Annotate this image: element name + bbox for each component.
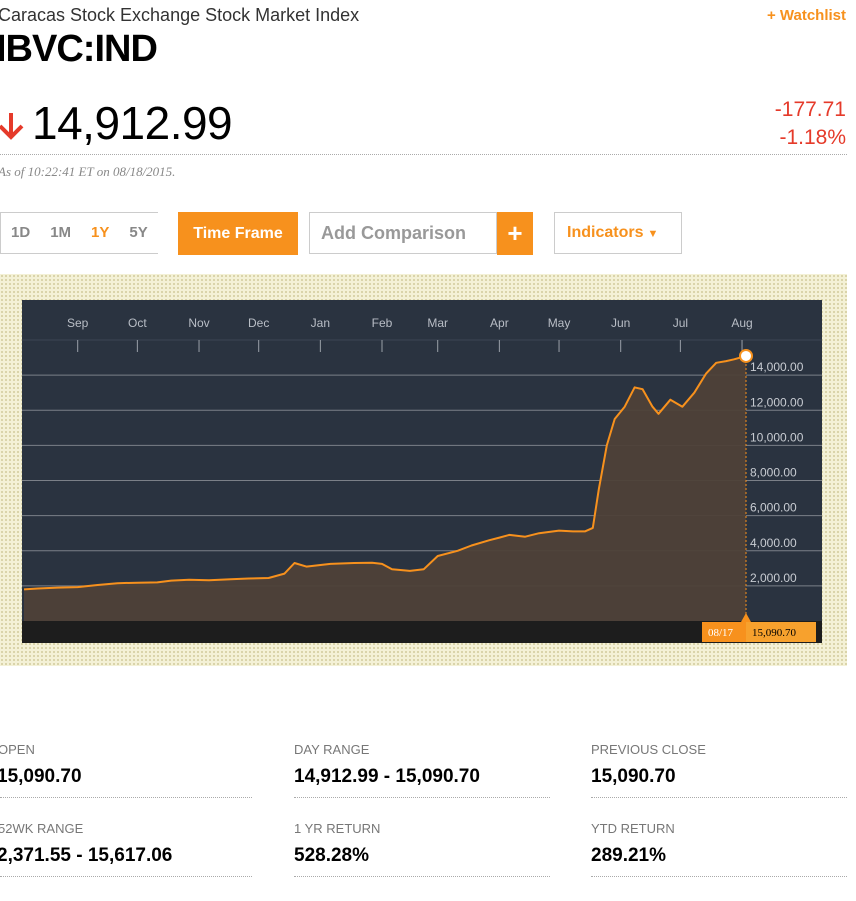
x-tick-label: Feb: [372, 316, 393, 330]
y-tick-label: 8,000.00: [750, 466, 797, 480]
index-name: Caracas Stock Exchange Stock Market Inde…: [0, 5, 360, 25]
caret-down-icon: ▼: [647, 228, 659, 240]
x-tick-label: Sep: [67, 316, 89, 330]
stat-divider: [294, 876, 550, 877]
price-change-absolute: -177.71: [774, 98, 846, 121]
stat-52wk-range-value: 2,371.55 - 15,617.06: [0, 845, 173, 866]
price-change-percent: -1.18%: [779, 126, 846, 149]
indicators-label: Indicators: [567, 224, 644, 241]
stat-divider: [0, 797, 252, 798]
period-tab-1m[interactable]: 1M: [40, 213, 81, 253]
x-tick-label: Jun: [611, 316, 630, 330]
y-tick-label: 10,000.00: [750, 430, 804, 444]
current-price: 14,912.99: [32, 97, 233, 149]
stat-previous-close-label: PREVIOUS CLOSE: [591, 742, 706, 757]
add-comparison-button[interactable]: +: [497, 212, 533, 255]
x-tick-label: Aug: [731, 316, 752, 330]
x-tick-label: May: [548, 316, 571, 330]
x-tick-label: Nov: [188, 316, 209, 330]
indicators-dropdown[interactable]: Indicators ▼: [554, 212, 682, 254]
price-chart[interactable]: Sep Oct Nov Dec Jan Feb Mar Apr May Jun Jul Aug 2,0…: [22, 300, 822, 643]
stat-open-label: OPEN: [0, 742, 35, 757]
stat-divider: [294, 797, 550, 798]
period-tab-1y[interactable]: 1Y: [81, 213, 119, 253]
time-frame-button[interactable]: Time Frame: [178, 212, 298, 255]
ticker-symbol: IBVC:IND: [0, 28, 158, 70]
y-tick-label: 6,000.00: [750, 501, 797, 515]
x-tick-label: Dec: [248, 316, 269, 330]
quote-timestamp: As of 10:22:41 ET on 08/18/2015.: [0, 164, 176, 179]
stat-open-value: 15,090.70: [0, 766, 82, 787]
stat-1yr-return-label: 1 YR RETURN: [294, 821, 381, 836]
y-tick-label: 14,000.00: [750, 360, 804, 374]
stat-divider: [591, 797, 847, 798]
y-tick-label: 12,000.00: [750, 395, 804, 409]
x-tick-label: Jan: [311, 316, 330, 330]
price-divider: [0, 154, 847, 155]
y-tick-label: 4,000.00: [750, 536, 797, 550]
stat-day-range-label: DAY RANGE: [294, 742, 370, 757]
period-tab-1d[interactable]: 1D: [1, 213, 40, 253]
period-tabs: 1D 1M 1Y 5Y: [0, 212, 158, 254]
x-tick-label: Jul: [673, 316, 688, 330]
stat-ytd-return-label: YTD RETURN: [591, 821, 675, 836]
stat-1yr-return-value: 528.28%: [294, 845, 370, 866]
stat-day-range-value: 14,912.99 - 15,090.70: [294, 766, 480, 787]
stat-ytd-return-value: 289.21%: [591, 845, 667, 866]
stat-52wk-range-label: 52WK RANGE: [0, 821, 84, 836]
y-tick-label: 2,000.00: [750, 571, 797, 585]
last-point-value: 15,090.70: [752, 627, 797, 639]
stat-divider: [0, 876, 252, 877]
last-point-date: 08/17: [708, 627, 734, 639]
x-tick-label: Mar: [427, 316, 448, 330]
x-tick-label: Apr: [490, 316, 509, 330]
period-tab-5y[interactable]: 5Y: [119, 213, 157, 253]
add-comparison-input[interactable]: [309, 212, 497, 254]
stat-previous-close-value: 15,090.70: [591, 766, 676, 787]
down-arrow-icon: [0, 113, 24, 140]
stat-divider: [591, 876, 847, 877]
watchlist-button[interactable]: + Watchlist: [767, 7, 846, 24]
x-tick-label: Oct: [128, 316, 147, 330]
